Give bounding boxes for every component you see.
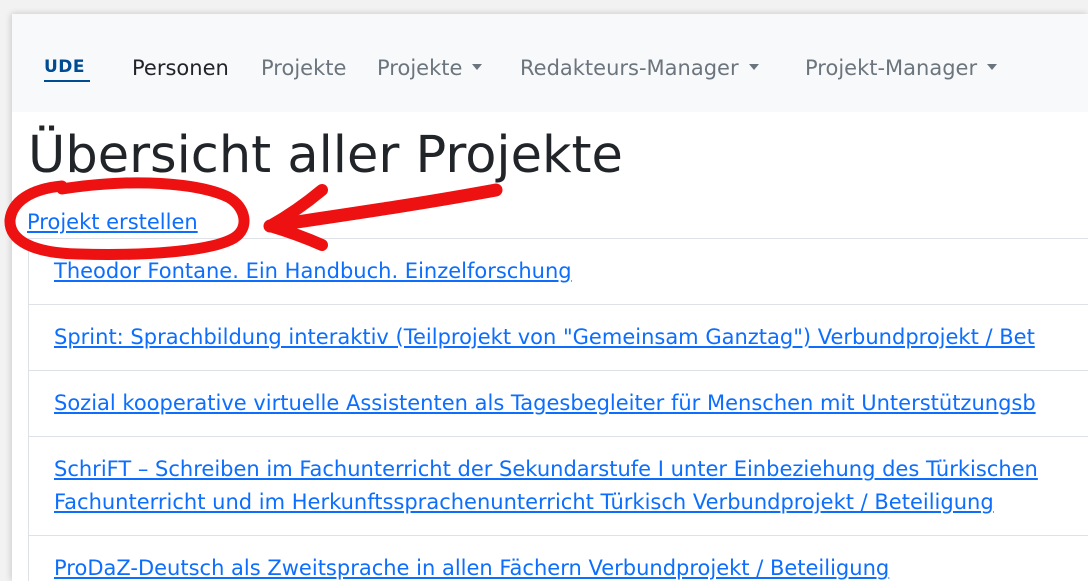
list-item: Sozial kooperative virtuelle Assistenten… — [29, 371, 1088, 437]
ude-logo[interactable]: UDE — [44, 54, 94, 86]
nav-personen[interactable]: Personen — [132, 55, 229, 81]
ude-logo-text: UDE — [44, 57, 86, 77]
nav-personen-label: Personen — [132, 56, 229, 80]
navbar: UDE Personen Projekte Projekte Redakteur… — [12, 14, 1088, 112]
nav-projekte-dropdown[interactable]: Projekte — [377, 55, 483, 81]
logo-underline — [44, 80, 90, 82]
project-link[interactable]: Theodor Fontane. Ein Handbuch. Einzelfor… — [54, 259, 572, 283]
project-link[interactable]: Sozial kooperative virtuelle Assistenten… — [54, 391, 1036, 415]
project-link[interactable]: Sprint: Sprachbildung interaktiv (Teilpr… — [54, 325, 1035, 349]
nav-projekt-manager-dropdown[interactable]: Projekt-Manager — [805, 55, 998, 81]
caret-down-icon — [748, 64, 759, 70]
project-list: Theodor Fontane. Ein Handbuch. Einzelfor… — [28, 238, 1088, 581]
list-item: Theodor Fontane. Ein Handbuch. Einzelfor… — [29, 239, 1088, 305]
list-item: SchriFT – Schreiben im Fachunterricht de… — [29, 437, 1088, 536]
nav-projekte-label: Projekte — [261, 56, 347, 80]
project-link[interactable]: SchriFT – Schreiben im Fachunterricht de… — [54, 457, 1038, 481]
list-item: Sprint: Sprachbildung interaktiv (Teilpr… — [29, 305, 1088, 371]
project-link[interactable]: ProDaZ-Deutsch als Zweitsprache in allen… — [54, 556, 889, 580]
nav-projekte[interactable]: Projekte — [261, 55, 346, 81]
page: UDE Personen Projekte Projekte Redakteur… — [12, 14, 1088, 581]
list-item: ProDaZ-Deutsch als Zweitsprache in allen… — [29, 536, 1088, 581]
nav-redakteurs-manager-label: Redakteurs-Manager — [520, 56, 739, 80]
nav-projekte-dropdown-label: Projekte — [377, 56, 463, 80]
page-title: Übersicht aller Projekte — [28, 126, 623, 185]
nav-projekt-manager-label: Projekt-Manager — [805, 56, 978, 80]
create-project-link[interactable]: Projekt erstellen — [27, 207, 198, 237]
caret-down-icon — [472, 64, 483, 70]
project-link-continued[interactable]: Fachunterricht und im Herkunftssprachenu… — [54, 490, 994, 514]
nav-redakteurs-manager-dropdown[interactable]: Redakteurs-Manager — [520, 55, 759, 81]
caret-down-icon — [987, 64, 998, 70]
